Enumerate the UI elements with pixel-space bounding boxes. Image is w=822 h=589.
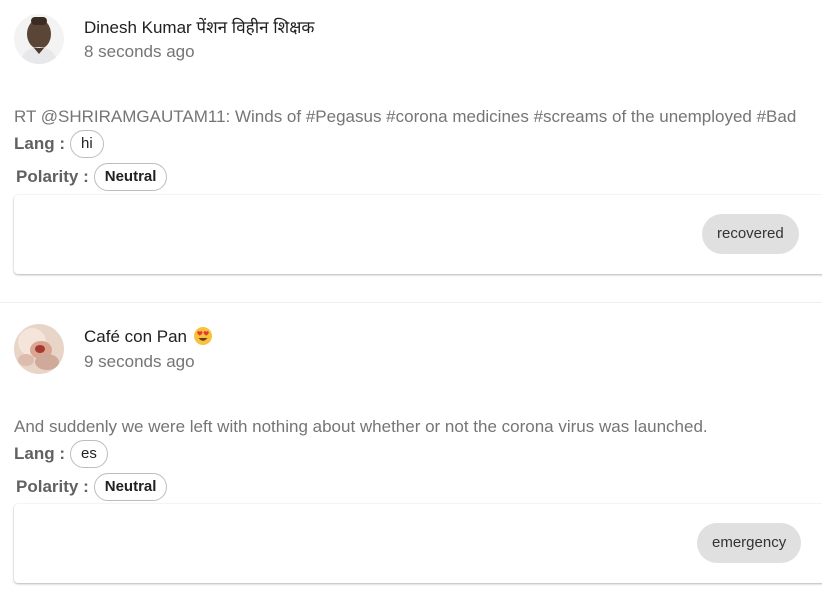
timestamp: 8 seconds ago [84, 42, 195, 61]
avatar[interactable] [14, 324, 64, 374]
author-name[interactable]: Dinesh Kumar पेंशन विहीन शिक्षक [84, 15, 314, 38]
lang-label: Lang : [14, 444, 65, 463]
tweet-text: And suddenly we were left with nothing a… [14, 417, 708, 436]
author-name-text: Café con Pan [84, 327, 188, 346]
category-chip[interactable]: recovered [702, 214, 799, 254]
lang-row: Lang : hi [14, 130, 104, 158]
category-card: recovered [14, 195, 822, 274]
polarity-row: Polarity : Neutral [16, 162, 168, 192]
polarity-chip: Neutral [93, 163, 168, 191]
polarity-chip: Neutral [93, 473, 168, 501]
timestamp: 9 seconds ago [84, 352, 195, 371]
divider [0, 302, 822, 303]
lang-chip: es [70, 440, 108, 468]
lang-label: Lang : [14, 134, 65, 153]
lang-row: Lang : es [14, 440, 108, 468]
polarity-row: Polarity : Neutral [16, 472, 168, 502]
category-chip[interactable]: emergency [697, 523, 802, 563]
author-name[interactable]: Café con Pan [84, 326, 213, 347]
photo-avatar-icon [14, 324, 64, 374]
person-photo-icon [14, 14, 64, 64]
tweet-text: RT @SHRIRAMGAUTAM11: Winds of #Pegasus #… [14, 107, 797, 126]
polarity-label: Polarity : [16, 167, 89, 186]
tweet-card: Café con Pan 9 seconds ago And suddenly … [0, 309, 822, 589]
category-card: emergency [14, 504, 822, 583]
polarity-label: Polarity : [16, 477, 89, 496]
tweet-card: Dinesh Kumar पेंशन विहीन शिक्षक 8 second… [0, 0, 822, 300]
avatar[interactable] [14, 14, 64, 64]
lang-chip: hi [70, 130, 104, 158]
heart-eyes-emoji-icon [194, 327, 213, 345]
